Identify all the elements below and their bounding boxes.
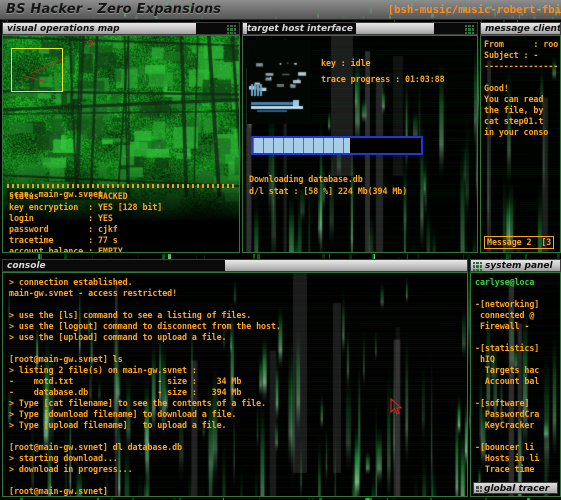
message-body-text: From : roo Subject : - --------------- Goo… xyxy=(484,39,560,138)
global-tracer-button[interactable]: global tracer xyxy=(473,482,558,494)
text-line: > download in progress... xyxy=(9,464,281,475)
host-status-row: password : cjkf xyxy=(9,224,162,235)
text-line: Good! xyxy=(484,83,560,94)
text-line: --------------- xyxy=(484,61,560,72)
music-track-title: [bsh-music/music-robert-fbi xyxy=(388,3,561,16)
text-line: > starting download... xyxy=(9,453,281,464)
host-logo-graphic xyxy=(247,40,311,124)
host-window-body: CH/RH key : idle trace progress : 01:03:… xyxy=(242,35,478,253)
text-line: [root@main-gw.svnet] dl database.db xyxy=(9,442,281,453)
text-line xyxy=(9,431,281,442)
console-output-text: > connection established. main-gw.svnet -… xyxy=(9,277,281,497)
text-line: [root@main-gw.svnet] ls xyxy=(9,354,281,365)
text-line: Trace time xyxy=(475,464,539,475)
map-window-body: scan: main-gw.svnet status : HACKED key e… xyxy=(2,35,240,253)
host-status-row: login : YES xyxy=(9,213,162,224)
text-line xyxy=(9,299,281,310)
host-status-row: account balance : EMPTY xyxy=(9,246,162,253)
text-line: -[networking] xyxy=(475,299,539,310)
text-line: From : roo xyxy=(484,39,560,50)
map-resize-grip-icon[interactable] xyxy=(227,25,236,34)
host-logo-box: CH/RH xyxy=(247,40,311,124)
download-stat-label: d/l stat : [58 %] 224 Mb(394 Mb) xyxy=(249,186,407,197)
host-window-header[interactable]: target host interface xyxy=(242,22,478,35)
text-line: connected @ xyxy=(475,310,539,321)
text-line xyxy=(475,431,539,442)
map-divider-top xyxy=(7,184,235,188)
host-status-row: status : HACKED xyxy=(9,191,162,202)
text-line: main-gw.svnet - access restricted! xyxy=(9,288,281,299)
app-title: BS Hacker - Zero Expansions xyxy=(6,2,221,17)
message-window-header[interactable]: message client xyxy=(480,22,561,35)
system-stat-lines: -[networking] connected @ Firewall - -[s… xyxy=(475,288,539,475)
map-window-caption: visual operations map xyxy=(7,23,120,35)
console-window-header[interactable]: console xyxy=(2,259,468,272)
system-window-caption: system panel xyxy=(485,260,553,272)
text-line: Targets hac xyxy=(475,365,539,376)
system-panel-window: system panel carlyse@loca -[networking] … xyxy=(470,259,561,498)
text-line xyxy=(9,475,281,486)
text-line xyxy=(475,288,539,299)
text-line: [root@main-gw.svnet] xyxy=(9,486,281,497)
message-client-window: message client From : roo Subject : - ----… xyxy=(480,22,561,254)
host-status-list: status : HACKED key encryption : YES [128… xyxy=(9,191,162,253)
target-host-interface-window: target host interface CH/RH key : idle t… xyxy=(242,22,478,254)
text-line xyxy=(475,332,539,343)
text-line xyxy=(475,387,539,398)
text-line: in your conso xyxy=(484,127,560,138)
text-line: PasswordCra xyxy=(475,409,539,420)
message-window-body: From : roo Subject : - --------------- Goo… xyxy=(480,35,561,253)
text-line: - motd.txt - size : 34 Mb xyxy=(9,376,281,387)
text-line: cat step01.t xyxy=(484,116,560,127)
system-window-header[interactable]: system panel xyxy=(470,259,561,272)
visual-operations-map-window: visual operations map scan: main-gw.svne… xyxy=(2,22,240,254)
text-line: Subject : - xyxy=(484,50,560,61)
system-grip-icon[interactable] xyxy=(473,262,482,271)
text-line xyxy=(484,72,560,83)
map-window-header[interactable]: visual operations map xyxy=(2,22,240,35)
map-target-marker-icon xyxy=(87,40,93,46)
text-line: > use the [upload] command to upload a f… xyxy=(9,332,281,343)
system-user-line: carlyse@loca xyxy=(475,277,539,288)
application-window: BS Hacker - Zero Expansions [bsh-music/m… xyxy=(0,0,561,500)
text-line: hIQ xyxy=(475,354,539,365)
download-progress-fill xyxy=(253,138,350,153)
text-line: > Type [upload filename] to upload a fil… xyxy=(9,420,281,431)
download-progress-bar xyxy=(251,136,423,155)
text-line: You can read xyxy=(484,94,560,105)
text-line xyxy=(9,343,281,354)
text-line: > Type [cat filename] to see the content… xyxy=(9,398,281,409)
system-panel-content: carlyse@loca -[networking] connected @ F… xyxy=(475,277,539,475)
text-line: the file, by xyxy=(484,105,560,116)
system-window-body: carlyse@loca -[networking] connected @ F… xyxy=(470,272,561,497)
text-line: > connection established. xyxy=(9,277,281,288)
message-tab-button[interactable]: Message 2 [3 xyxy=(484,236,554,249)
text-line: > use the [logout] command to disconnect… xyxy=(9,321,281,332)
global-tracer-label: global tracer xyxy=(484,483,549,495)
title-bar: BS Hacker - Zero Expansions [bsh-music/m… xyxy=(0,0,561,20)
host-window-caption: target host interface xyxy=(247,23,356,35)
text-line: > Type [download filename] to download a… xyxy=(9,409,281,420)
text-line: > use the [ls] command to see a listing … xyxy=(9,310,281,321)
console-window-body[interactable]: > connection established. main-gw.svnet -… xyxy=(2,272,468,497)
text-line: - database.db - size : 394 Mb xyxy=(9,387,281,398)
host-key-status: key : idle xyxy=(321,58,370,69)
text-line: -[bouncer li xyxy=(475,442,539,453)
text-line: -[software] xyxy=(475,398,539,409)
text-line: -[statistics] xyxy=(475,343,539,354)
downloading-label: Downloading database.db xyxy=(249,174,363,185)
host-status-row: key encryption : YES [128 bit] xyxy=(9,202,162,213)
host-trace-progress: trace progress : 01:03:88 xyxy=(321,74,445,85)
text-line: Firewall - xyxy=(475,321,539,332)
text-line: Account bal xyxy=(475,376,539,387)
console-window: console > connection established. main-gw… xyxy=(2,259,468,498)
text-line: KeyCracker xyxy=(475,420,539,431)
message-window-caption: message client xyxy=(485,23,561,35)
global-tracer-grip-icon xyxy=(476,486,482,492)
text-line: Hosts in li xyxy=(475,453,539,464)
host-resize-grip-icon[interactable] xyxy=(465,25,474,34)
host-status-row: tracetime : 77 s xyxy=(9,235,162,246)
text-line: > listing 2 file(s) on main-gw.svnet : xyxy=(9,365,281,376)
console-window-caption: console xyxy=(7,260,46,272)
